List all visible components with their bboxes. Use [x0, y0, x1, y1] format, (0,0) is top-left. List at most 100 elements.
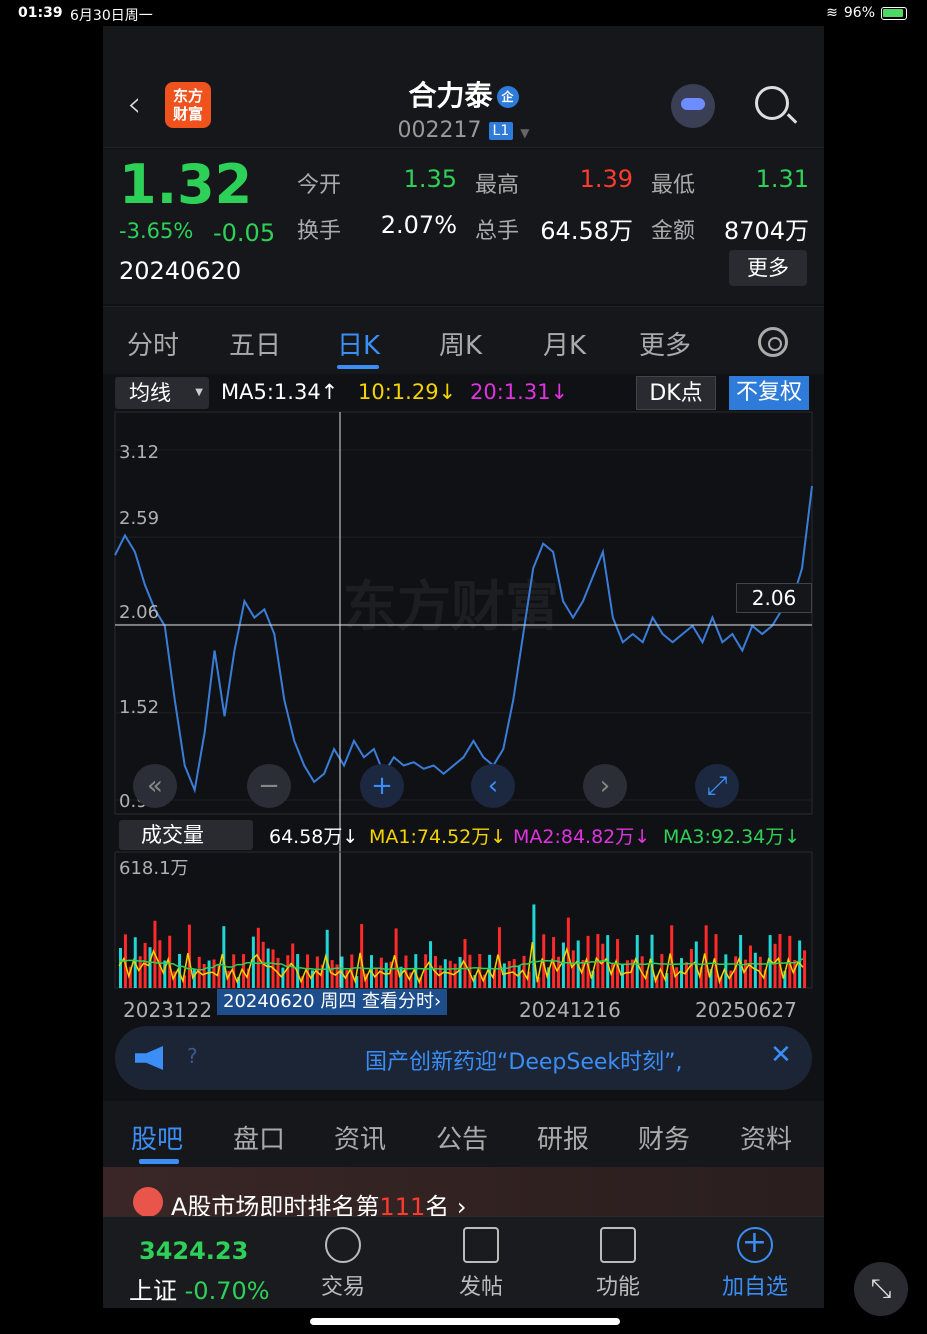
more-button[interactable]: 更多 — [729, 250, 807, 286]
volume-label: 总手 — [475, 219, 520, 244]
vol-ma1: MA1:74.52万↓ — [369, 826, 507, 848]
ma5-value: MA5:1.34↑ — [221, 380, 339, 404]
zoom-out-icon[interactable]: − — [247, 764, 291, 808]
volume-bar — [207, 960, 211, 988]
volume-bar — [561, 942, 565, 988]
tab-intraday[interactable]: 分时 — [127, 325, 179, 362]
volume-bar — [684, 962, 688, 988]
active-tab-indicator — [139, 1159, 179, 1164]
tab-finance[interactable]: 财务 — [638, 1119, 690, 1156]
volume-bar — [507, 960, 511, 988]
tab-monthly-k[interactable]: 月K — [543, 325, 586, 362]
tab-weekly-k[interactable]: 周K — [439, 325, 482, 362]
tab-pankou[interactable]: 盘口 — [233, 1119, 285, 1156]
zoom-in-icon[interactable]: + — [360, 764, 404, 808]
amount-value: 8704万 — [723, 217, 809, 245]
status-right: ≋ 96% — [826, 5, 907, 21]
trade-button[interactable]: 交易 — [303, 1227, 383, 1301]
volume-bar — [620, 964, 624, 988]
ma20-value: 20:1.31↓ — [470, 380, 569, 404]
volume-bar — [266, 948, 270, 988]
rank-banner[interactable]: A股市场即时排名第111名 › — [103, 1167, 824, 1221]
chevron-down-icon: ▼ — [520, 126, 530, 140]
bottom-bar: 3424.23 上证 -0.70% 交易 发帖 功能 加自选 — [103, 1216, 824, 1308]
search-icon[interactable] — [755, 86, 789, 120]
index-name: 上证 — [129, 1277, 177, 1305]
volume-bar — [689, 948, 693, 988]
volume-bar — [734, 956, 738, 988]
tab-five-day[interactable]: 五日 — [229, 325, 281, 362]
index-line[interactable]: 上证 -0.70% — [129, 1271, 270, 1306]
volume-bar — [675, 967, 679, 988]
post-button[interactable]: 发帖 — [441, 1227, 521, 1301]
robot-assistant-icon[interactable] — [671, 84, 715, 128]
volume-bar — [773, 943, 777, 988]
ma10-value: 10:1.29↓ — [358, 380, 457, 404]
tab-news[interactable]: 资讯 — [334, 1119, 386, 1156]
tab-research[interactable]: 研报 — [537, 1119, 589, 1156]
index-value[interactable]: 3424.23 — [139, 1237, 248, 1265]
expand-icon[interactable]: ⤢ — [695, 764, 739, 808]
tab-more[interactable]: 更多 — [639, 325, 691, 362]
tab-announcements[interactable]: 公告 — [436, 1119, 488, 1156]
rank-icon — [133, 1187, 163, 1217]
volume-bar — [286, 955, 290, 988]
amount-label: 金额 — [651, 219, 696, 244]
kline-tabs: 分时 五日 日K 周K 月K 更多 — [103, 306, 824, 374]
post-label: 发帖 — [458, 1275, 503, 1300]
functions-button[interactable]: 功能 — [578, 1227, 658, 1301]
volume-bar — [192, 969, 196, 988]
y-tick-label: 2.06 — [119, 602, 160, 623]
question-icon: ? — [187, 1044, 198, 1068]
banner-text: 国产创新药迎“DeepSeek时刻”, — [365, 1050, 683, 1075]
volume-indicator-select[interactable]: 成交量 — [119, 820, 253, 850]
volume-bar — [281, 967, 285, 988]
tab-daily-k[interactable]: 日K — [337, 325, 380, 362]
vol-axis-max: 618.1万 — [119, 858, 189, 879]
y-tick-label: 3.12 — [119, 442, 160, 463]
enterprise-badge: 企 — [496, 86, 519, 108]
volume-bar — [453, 963, 457, 988]
vol-ma2: MA2:84.82万↓ — [513, 826, 651, 848]
high-value: 1.39 — [579, 165, 633, 193]
high-label: 最高 — [475, 173, 520, 198]
vol-value: 64.58万↓ — [269, 826, 359, 848]
dk-point-button[interactable]: DK点 — [636, 376, 716, 410]
add-watchlist-button[interactable]: 加自选 — [715, 1225, 795, 1301]
y-tick-label: 2.59 — [119, 508, 160, 529]
volume-bar — [148, 947, 152, 988]
add-watchlist-label: 加自选 — [721, 1275, 788, 1300]
collapse-icon[interactable]: ⤡ — [854, 1262, 908, 1316]
section-tabs: 股吧 盘口 资讯 公告 研报 财务 资料 — [103, 1101, 824, 1167]
low-value: 1.31 — [755, 165, 809, 193]
close-icon[interactable]: ✕ — [770, 1040, 792, 1070]
news-banner[interactable]: ? 国产创新药迎“DeepSeek时刻”, ✕ — [115, 1026, 812, 1090]
battery-icon — [881, 6, 907, 20]
tab-guba[interactable]: 股吧 — [131, 1119, 183, 1156]
tab-profile[interactable]: 资料 — [740, 1119, 792, 1156]
quote-date: 20240620 — [119, 257, 242, 285]
cursor-date-label[interactable]: 20240620 周四 查看分时› — [217, 989, 448, 1015]
chevron-left-icon[interactable]: ‹ — [471, 764, 515, 808]
chart-svg: 东方财富 — [114, 411, 813, 1000]
indicator-select[interactable]: 均线 — [115, 377, 209, 409]
volume-bar — [399, 966, 403, 988]
stock-name: 合力泰 — [408, 79, 493, 112]
chevron-double-left-icon[interactable]: « — [133, 764, 177, 808]
gear-icon[interactable] — [758, 327, 788, 357]
stock-code: 002217 — [397, 118, 482, 143]
stock-code-line[interactable]: 002217 L1 ▼ — [103, 118, 824, 143]
x-tick-label: 20241216 — [519, 998, 621, 1022]
kline-chart[interactable]: 东方财富 3.12 2.59 2.06 1.52 0.99 2.06 « − +… — [103, 410, 824, 1022]
megaphone-icon — [135, 1046, 163, 1070]
open-label: 今开 — [297, 173, 342, 198]
chevron-right-icon[interactable]: › — [583, 764, 627, 808]
no-adjust-button[interactable]: 不复权 — [729, 376, 809, 410]
functions-label: 功能 — [595, 1275, 640, 1300]
volume-bar — [443, 959, 447, 988]
edit-icon — [463, 1227, 499, 1263]
level-badge: L1 — [488, 122, 514, 140]
change-percent: -3.65% — [119, 219, 194, 243]
y-tick-label: 1.52 — [119, 697, 160, 718]
current-price: 1.32 — [119, 153, 253, 216]
